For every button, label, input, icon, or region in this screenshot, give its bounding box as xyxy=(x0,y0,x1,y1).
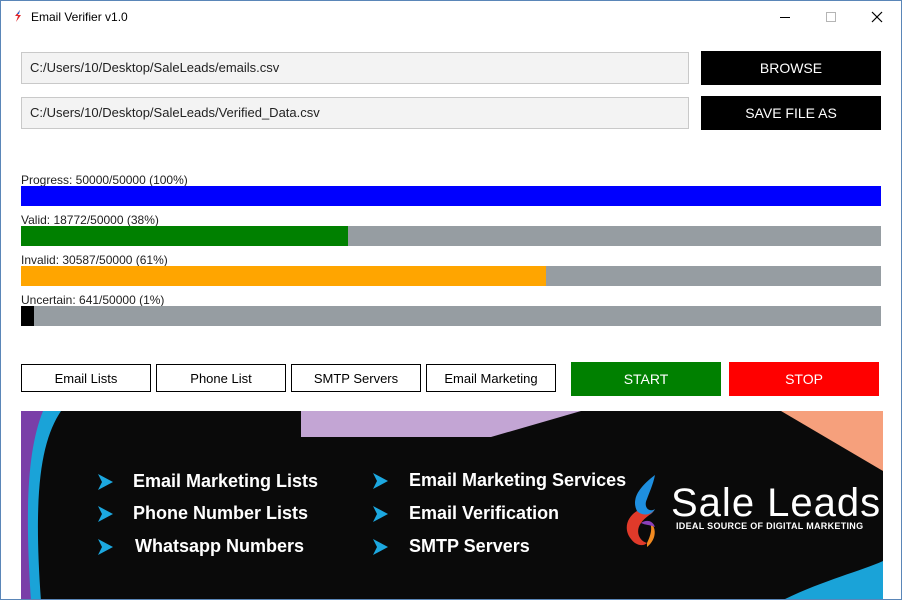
stop-button[interactable]: STOP xyxy=(729,362,879,396)
banner-item: Phone Number Lists xyxy=(133,503,309,523)
arrow-icon xyxy=(98,506,113,522)
arrow-icon xyxy=(373,473,388,489)
close-icon xyxy=(871,11,883,22)
uncertain-bar-fill xyxy=(21,306,34,326)
valid-bar xyxy=(21,226,881,246)
banner-item: Whatsapp Numbers xyxy=(135,536,305,556)
uncertain-label: Uncertain: 641/50000 (1%) xyxy=(21,293,165,307)
progress-label: Progress: 50000/50000 (100%) xyxy=(21,173,188,187)
invalid-bar xyxy=(21,266,881,286)
save-file-as-button[interactable]: SAVE FILE AS xyxy=(701,96,881,130)
banner-item: Email Marketing Services xyxy=(409,470,627,490)
window-title: Email Verifier v1.0 xyxy=(31,10,128,24)
sale-leads-logo-icon xyxy=(626,475,655,547)
progress-bar xyxy=(21,186,881,206)
close-button[interactable] xyxy=(854,1,900,32)
arrow-icon xyxy=(98,474,113,490)
input-file-field[interactable]: C:/Users/10/Desktop/SaleLeads/emails.csv xyxy=(21,52,689,84)
uncertain-bar xyxy=(21,306,881,326)
smtp-servers-button[interactable]: SMTP Servers xyxy=(291,364,421,392)
maximize-icon xyxy=(826,11,836,22)
arrow-icon xyxy=(373,506,388,522)
minimize-icon xyxy=(780,16,790,18)
banner-item: Email Marketing Lists xyxy=(133,471,319,491)
promo-banner[interactable]: Email Marketing Lists Phone Number Lists… xyxy=(21,411,883,599)
minimize-button[interactable] xyxy=(762,1,808,32)
maximize-button[interactable] xyxy=(808,1,854,32)
progress-bar-fill xyxy=(21,186,881,206)
invalid-label: Invalid: 30587/50000 (61%) xyxy=(21,253,168,267)
start-button[interactable]: START xyxy=(571,362,721,396)
arrow-icon xyxy=(373,539,388,555)
invalid-bar-fill xyxy=(21,266,546,286)
email-marketing-button[interactable]: Email Marketing xyxy=(426,364,556,392)
email-lists-button[interactable]: Email Lists xyxy=(21,364,151,392)
brand-name: Sale Leads xyxy=(671,481,882,525)
arrow-icon xyxy=(98,539,113,555)
valid-label: Valid: 18772/50000 (38%) xyxy=(21,213,159,227)
output-file-field[interactable]: C:/Users/10/Desktop/SaleLeads/Verified_D… xyxy=(21,97,689,129)
valid-bar-fill xyxy=(21,226,348,246)
browse-button[interactable]: BROWSE xyxy=(701,51,881,85)
app-logo-icon xyxy=(15,10,21,22)
banner-item: Email Verification xyxy=(409,503,560,523)
app-window: Email Verifier v1.0 C:/Users/10/Desktop/… xyxy=(0,0,902,600)
banner-item: SMTP Servers xyxy=(409,536,530,556)
phone-list-button[interactable]: Phone List xyxy=(156,364,286,392)
title-bar: Email Verifier v1.0 xyxy=(1,1,901,32)
brand-tagline: IDEAL SOURCE OF DIGITAL MARKETING xyxy=(676,521,864,531)
